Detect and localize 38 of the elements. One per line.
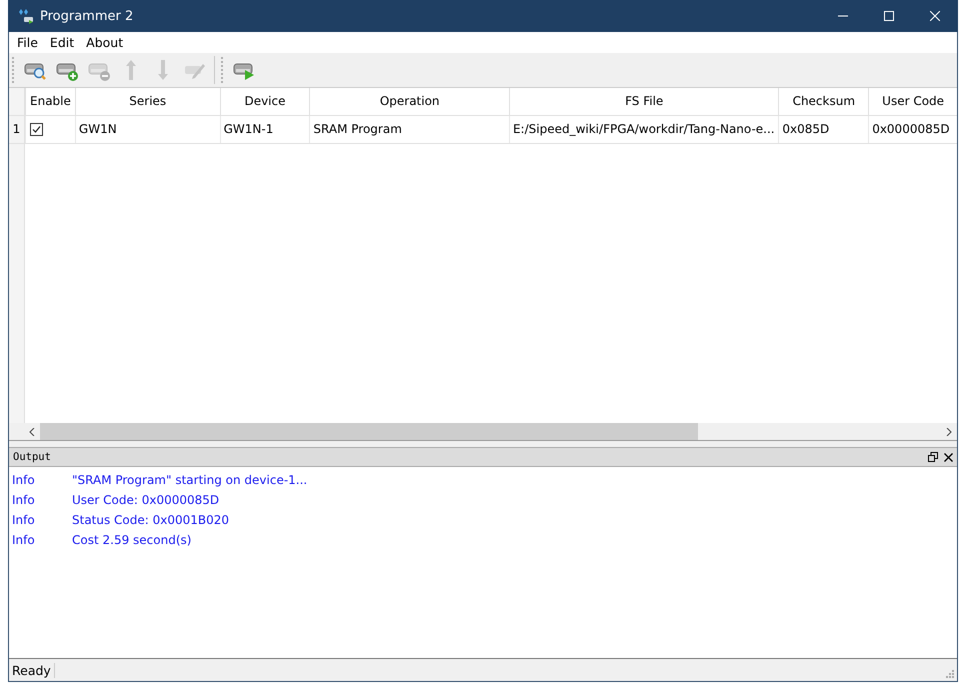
menu-item[interactable]: File [11,35,44,50]
log-level: Info [11,513,36,527]
status-text: Ready [9,662,55,678]
column-header[interactable]: Operation [309,88,509,115]
table-cell: SRAM Program [309,116,509,143]
table-cell: GW1N [74,116,220,143]
log-message: "SRAM Program" starting on device-1... [72,473,308,487]
resize-grip-icon[interactable] [946,670,954,678]
table-cell: GW1N-1 [220,116,310,143]
restore-icon[interactable] [928,452,938,462]
table-cell: 0x0000085D [868,116,957,143]
close-icon[interactable] [944,452,953,462]
column-header[interactable]: Checksum [778,88,868,115]
row-number: 1 [9,116,25,143]
scrollbar-thumb[interactable] [40,423,698,440]
panel-title: Output [13,451,51,463]
menu-item[interactable]: Edit [44,35,80,50]
column-header[interactable]: Device [220,88,310,115]
scroll-right-icon[interactable] [945,428,953,436]
app-icon [18,8,34,24]
log-level: Info [11,493,36,507]
menu-item[interactable]: About [80,35,130,50]
window-title: Programmer 2 [40,8,134,24]
scroll-left-icon[interactable] [28,428,36,436]
column-header[interactable]: FS File [508,88,778,115]
column-header[interactable]: User Code [868,88,958,115]
log-message: Cost 2.59 second(s) [72,533,192,547]
enable-checkbox[interactable] [30,123,43,136]
log-level: Info [11,473,36,487]
column-header[interactable]: Enable [25,88,75,115]
table-cell: E:/Sipeed_wiki/FPGA/workdir/Tang-Nano-e... [508,116,778,143]
log-message: User Code: 0x0000085D [72,493,220,507]
maximize-icon[interactable] [884,11,894,21]
log-level: Info [11,533,36,547]
horizontal-scrollbar[interactable] [9,423,957,440]
log-message: Status Code: 0x0001B020 [72,513,230,527]
table-cell: 0x085D [778,116,868,143]
column-header[interactable]: Series [74,88,220,115]
